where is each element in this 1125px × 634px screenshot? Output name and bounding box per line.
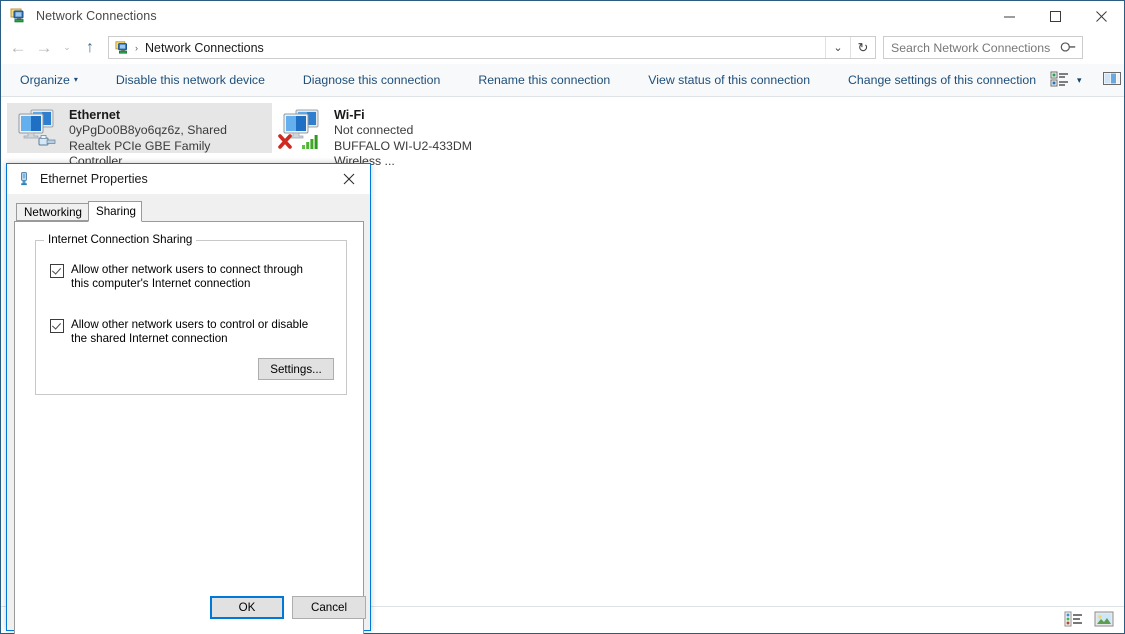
window-controls — [986, 1, 1124, 31]
connection-status: Not connected — [334, 123, 414, 137]
network-adapter-icon — [16, 171, 32, 187]
command-label: View status of this connection — [648, 73, 811, 87]
command-bar: Organize ▾ Disable this network device Di… — [1, 64, 1124, 97]
tab-label: Networking — [24, 205, 82, 219]
rename-connection-button[interactable]: Rename this connection — [469, 68, 619, 92]
sharing-tab-panel: Internet Connection Sharing Allow other … — [14, 221, 364, 634]
network-connections-window: Network Connections ← → ⌄ ↑ › Network Co… — [0, 0, 1125, 634]
close-button[interactable] — [1078, 1, 1124, 31]
organize-menu-button[interactable]: Organize ▾ — [11, 68, 87, 92]
up-arrow-icon: ↑ — [86, 38, 94, 56]
forward-button[interactable]: → — [31, 35, 57, 61]
dialog-title-bar: Ethernet Properties — [7, 164, 370, 194]
tab-label: Sharing — [96, 205, 136, 218]
connection-name: Wi-Fi — [334, 108, 365, 122]
diagnose-connection-button[interactable]: Diagnose this connection — [294, 68, 449, 92]
breadcrumb-separator-icon: › — [135, 42, 138, 53]
settings-button[interactable]: Settings... — [258, 358, 334, 380]
navigation-bar: ← → ⌄ ↑ › Network Connections ⌄ ↻ Search… — [1, 31, 1124, 64]
window-title: Network Connections — [36, 9, 157, 23]
group-title: Internet Connection Sharing — [44, 233, 197, 246]
details-view-icon[interactable] — [1064, 611, 1086, 629]
cancel-button[interactable]: Cancel — [292, 596, 366, 619]
chevron-down-icon: ⌄ — [63, 42, 71, 52]
connection-name: Ethernet — [69, 108, 121, 122]
chevron-down-icon: ▾ — [73, 75, 78, 84]
preview-pane-icon[interactable] — [1102, 70, 1124, 90]
connection-labels: Wi-Fi Not connected BUFFALO WI-U2-433DM … — [334, 108, 521, 170]
address-bar-buttons: ⌄ ↻ — [825, 37, 875, 58]
dialog-title: Ethernet Properties — [40, 172, 148, 186]
chevron-down-icon[interactable]: ▾ — [1077, 75, 1082, 86]
list-item-wifi[interactable]: Wi-Fi Not connected BUFFALO WI-U2-433DM … — [272, 103, 527, 168]
change-view-icon[interactable] — [1050, 70, 1072, 90]
list-item-ethernet[interactable]: Ethernet 0yPgDo0B8yo6qz6z, Shared Realte… — [7, 103, 272, 168]
allow-control-checkbox[interactable] — [50, 319, 64, 333]
maximize-button[interactable] — [1032, 1, 1078, 31]
address-dropdown-button[interactable]: ⌄ — [825, 37, 850, 58]
allow-connect-checkbox[interactable] — [50, 264, 64, 278]
back-button[interactable]: ← — [5, 35, 31, 61]
recent-locations-button[interactable]: ⌄ — [57, 35, 77, 61]
dialog-tabs: Networking Sharing — [16, 201, 370, 222]
forward-arrow-icon: → — [35, 37, 53, 57]
cancel-label: Cancel — [310, 601, 348, 614]
refresh-icon: ↻ — [857, 39, 869, 55]
up-button[interactable]: ↑ — [77, 35, 103, 61]
large-icons-view-icon[interactable] — [1094, 611, 1116, 629]
allow-control-label: Allow other network users to control or … — [71, 318, 309, 345]
command-label: Diagnose this connection — [302, 73, 441, 87]
connection-labels: Ethernet 0yPgDo0B8yo6qz6z, Shared Realte… — [69, 108, 266, 170]
tab-networking[interactable]: Networking — [16, 203, 89, 221]
checkbox-row-allow-connect[interactable]: Allow other network users to connect thr… — [50, 263, 321, 291]
allow-connect-label: Allow other network users to connect thr… — [71, 263, 303, 290]
dialog-footer: OK Cancel — [7, 588, 370, 630]
checkbox-row-allow-control[interactable]: Allow other network users to control or … — [50, 318, 321, 346]
command-label: Change settings of this connection — [848, 73, 1037, 87]
view-status-button[interactable]: View status of this connection — [639, 68, 819, 92]
tab-sharing[interactable]: Sharing — [88, 201, 142, 222]
search-input[interactable]: Search Network Connections — [891, 41, 1050, 55]
organize-label: Organize — [20, 73, 70, 87]
window-title-bar: Network Connections — [1, 1, 1124, 31]
internet-connection-sharing-group: Internet Connection Sharing Allow other … — [35, 233, 347, 395]
chevron-down-icon: ⌄ — [833, 42, 843, 54]
disable-network-device-button[interactable]: Disable this network device — [107, 68, 274, 92]
ok-label: OK — [238, 601, 256, 614]
ethernet-adapter-icon — [13, 106, 61, 152]
command-label: Disable this network device — [115, 73, 265, 87]
back-arrow-icon: ← — [9, 37, 27, 57]
search-box[interactable]: Search Network Connections — [883, 36, 1083, 59]
change-settings-button[interactable]: Change settings of this connection — [839, 68, 1045, 92]
search-icon[interactable] — [1058, 37, 1079, 58]
wifi-adapter-disconnected-icon — [278, 106, 326, 152]
minimize-button[interactable] — [986, 1, 1032, 31]
ok-button[interactable]: OK — [210, 596, 284, 619]
network-connections-icon — [115, 40, 131, 56]
command-bar-right: ▾ ? — [1047, 70, 1125, 90]
settings-label: Settings... — [270, 362, 322, 376]
address-bar[interactable]: › Network Connections ⌄ ↻ — [108, 36, 876, 59]
ethernet-properties-dialog: Ethernet Properties Networking Sharing I… — [6, 163, 371, 634]
refresh-button[interactable]: ↻ — [850, 37, 875, 58]
breadcrumb[interactable]: Network Connections — [145, 41, 264, 55]
network-connections-icon — [10, 7, 28, 25]
connection-status: 0yPgDo0B8yo6qz6z, Shared — [69, 123, 227, 137]
command-label: Rename this connection — [478, 73, 611, 87]
dialog-close-button[interactable] — [328, 164, 370, 194]
